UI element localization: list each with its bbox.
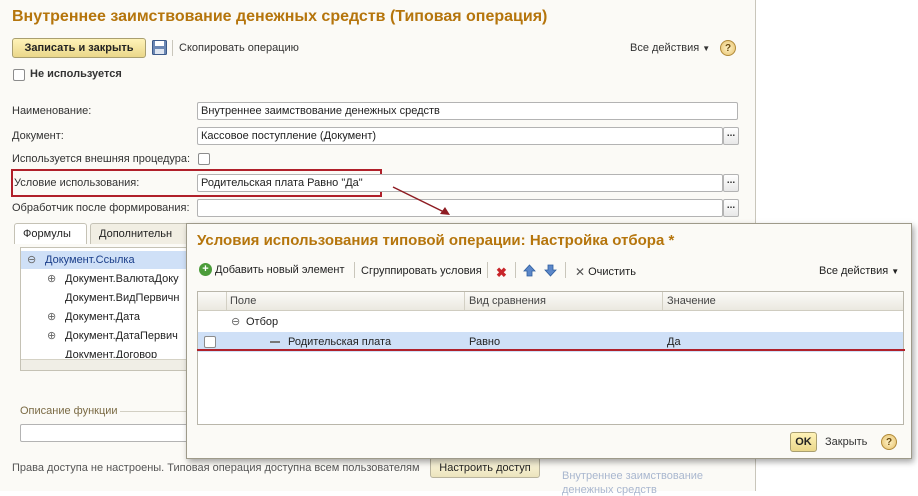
delete-icon[interactable]: ✖	[496, 265, 507, 281]
grid-header: Поле Вид сравнения Значение	[198, 292, 903, 311]
leaf-icon	[270, 341, 280, 343]
clear-icon: ✕	[575, 265, 586, 279]
close-button[interactable]: Закрыть	[825, 436, 867, 448]
add-element-button[interactable]: + Добавить новый элемент	[199, 263, 345, 276]
move-up-icon[interactable]	[523, 264, 536, 280]
row-use-checkbox[interactable]	[204, 336, 216, 348]
dialog-title: Условия использования типовой операции: …	[197, 232, 675, 249]
clear-button[interactable]: ✕ Очистить	[575, 265, 636, 279]
move-down-icon[interactable]	[544, 264, 557, 280]
ok-button[interactable]: OK	[790, 432, 817, 452]
column-header-compare[interactable]: Вид сравнения	[469, 292, 546, 310]
table-row[interactable]: ⊖ Отбор	[198, 313, 903, 331]
group-conditions-button[interactable]: Сгруппировать условия	[361, 265, 482, 277]
collapse-icon[interactable]: ⊖	[231, 313, 240, 331]
column-header-value[interactable]: Значение	[667, 292, 716, 310]
dialog-all-actions-button[interactable]: Все действия ▼	[819, 265, 899, 277]
filter-grid: Поле Вид сравнения Значение ⊖ Отбор Роди…	[197, 291, 904, 425]
row-highlight-line	[197, 349, 905, 351]
filter-settings-dialog: Условия использования типовой операции: …	[186, 223, 912, 459]
add-icon: +	[199, 263, 212, 276]
chevron-down-icon: ▼	[891, 266, 900, 276]
dialog-help-icon[interactable]: ?	[881, 434, 897, 450]
column-header-field[interactable]: Поле	[230, 292, 256, 310]
